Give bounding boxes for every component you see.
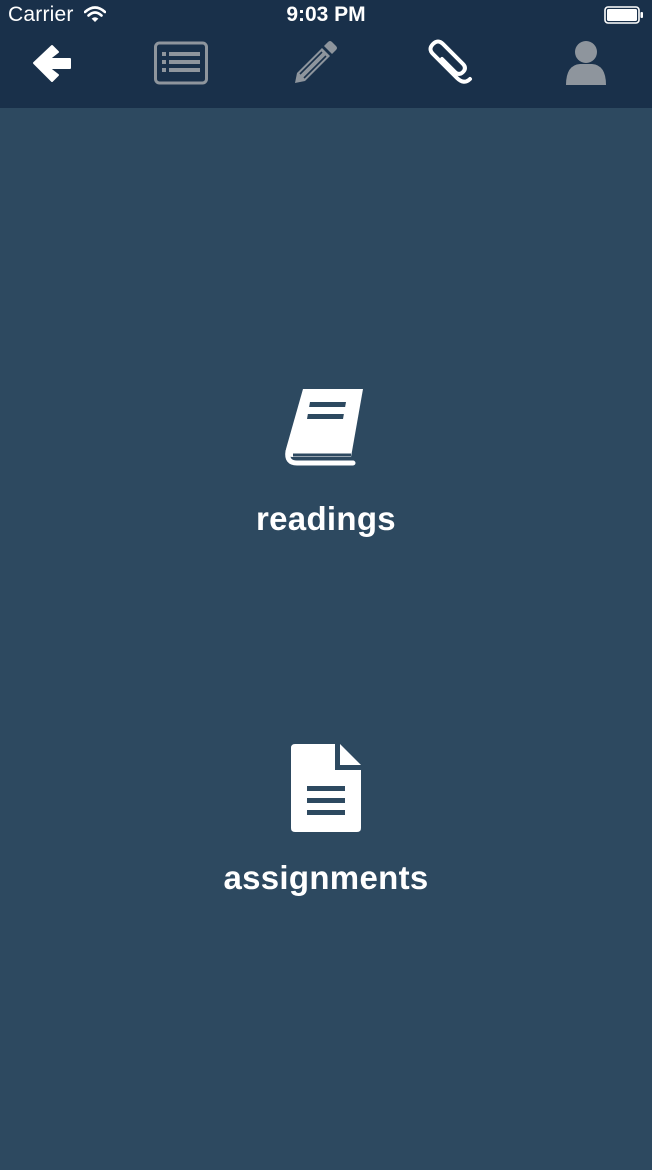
- status-bar: Carrier 9:03 PM: [0, 0, 652, 30]
- profile-button[interactable]: [546, 30, 626, 100]
- assignments-label: assignments: [223, 859, 429, 896]
- toolbar: [0, 30, 652, 108]
- assignments-button[interactable]: assignments: [0, 742, 652, 897]
- top-bar: Carrier 9:03 PM: [0, 0, 652, 108]
- book-icon: [283, 385, 369, 472]
- document-icon: [287, 742, 365, 839]
- battery-icon: [604, 6, 644, 24]
- user-icon: [564, 39, 608, 92]
- edit-button[interactable]: [275, 30, 355, 100]
- readings-button[interactable]: readings: [0, 385, 652, 538]
- list-button[interactable]: [141, 30, 221, 100]
- attachments-button[interactable]: [411, 30, 491, 100]
- status-time: 9:03 PM: [286, 3, 366, 26]
- list-icon: [154, 41, 208, 90]
- pencil-icon: [291, 39, 339, 92]
- back-button[interactable]: [12, 30, 92, 100]
- readings-label: readings: [256, 500, 396, 537]
- paperclip-icon: [428, 37, 474, 94]
- arrow-left-icon: [30, 42, 74, 89]
